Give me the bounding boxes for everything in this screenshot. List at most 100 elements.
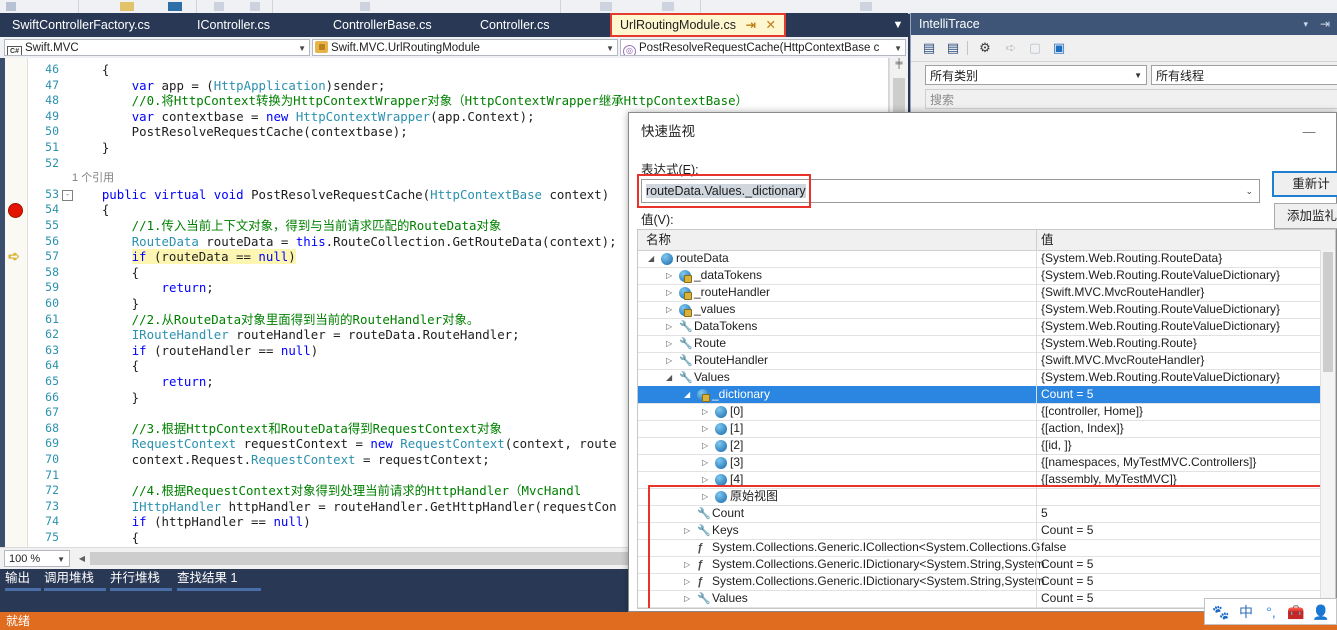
expand-toggle-expanded-icon[interactable]: ◢ — [684, 390, 693, 399]
expand-toggle-collapsed-icon[interactable]: ▷ — [684, 526, 693, 535]
pin-icon[interactable]: ⇥ — [1320, 13, 1330, 35]
watch-tree-row[interactable]: ▷ 原始视图 — [638, 488, 1335, 506]
minimize-icon[interactable]: — — [1296, 123, 1322, 141]
expand-toggle-expanded-icon[interactable]: ◢ — [648, 254, 657, 263]
category-filter-dropdown[interactable]: 所有类别 ▼ — [925, 65, 1147, 85]
code-line[interactable]: } — [72, 140, 109, 156]
expand-toggle-collapsed-icon[interactable]: ▷ — [684, 594, 693, 603]
code-line[interactable]: { — [72, 265, 139, 281]
chinese-mode-icon[interactable]: 中 — [1235, 602, 1257, 622]
code-line[interactable]: return; — [72, 374, 214, 390]
expand-toggle-collapsed-icon[interactable]: ▷ — [666, 305, 675, 314]
chevron-down-icon[interactable]: ▼ — [894, 40, 902, 55]
watch-tree-row[interactable]: ▷ _dataTokens {System.Web.Routing.RouteVal… — [638, 267, 1335, 285]
punctuation-icon[interactable]: °, — [1260, 602, 1282, 622]
code-line[interactable]: if (routeHandler == null) — [72, 343, 319, 359]
code-line[interactable]: //3.根据HttpContext和RouteData得到RequestCont… — [72, 421, 502, 437]
chevron-down-icon[interactable]: ▼ — [57, 551, 65, 568]
expand-toggle-collapsed-icon[interactable]: ▷ — [702, 424, 711, 433]
watch-tree-row[interactable]: ◢ _dictionary Count = 5 — [638, 386, 1335, 404]
watch-variable-tree[interactable]: 名称 值 ◢ routeData {System.Web.Routing.Route… — [637, 229, 1336, 609]
tab-overflow-chevron-down-icon[interactable]: ▼ — [888, 13, 908, 37]
navbar-type-dropdown[interactable]: Swift.MVC.UrlRoutingModule ▼ — [312, 39, 618, 56]
recalculate-button[interactable]: 重新计 — [1272, 171, 1337, 197]
tab-controllerbase[interactable]: ControllerBase.cs — [325, 13, 440, 37]
tree-view-icon[interactable]: ▤ — [943, 39, 963, 57]
watch-tree-row[interactable]: ▷ [4] {[assembly, MyTestMVC]} — [638, 471, 1335, 489]
watch-tree-row[interactable]: ◢ routeData {System.Web.Routing.RouteData} — [638, 250, 1335, 268]
code-line[interactable]: return; — [72, 280, 214, 296]
save-icon[interactable]: ▣ — [1049, 39, 1069, 57]
split-view-handle[interactable]: ╪ — [892, 58, 906, 73]
code-line[interactable]: context.Request.RequestContext = request… — [72, 452, 490, 468]
code-line[interactable]: { — [72, 202, 109, 218]
expand-toggle-collapsed-icon[interactable]: ▷ — [666, 339, 675, 348]
code-line[interactable]: { — [72, 358, 139, 374]
scrollbar-thumb[interactable] — [1323, 252, 1333, 372]
code-line[interactable]: RequestContext requestContext = new Requ… — [72, 436, 617, 452]
chevron-down-icon[interactable]: ▼ — [606, 40, 614, 55]
expand-toggle-collapsed-icon[interactable]: ▷ — [666, 322, 675, 331]
code-line[interactable]: var contextbase = new HttpContextWrapper… — [72, 109, 535, 125]
watch-tree-row[interactable]: ▷ 🔧 Route {System.Web.Routing.Route} — [638, 335, 1335, 353]
quickwatch-dialog[interactable]: 快速监视 — 表达式(E): routeData.Values._diction… — [628, 112, 1337, 612]
watch-tree-row[interactable]: ▷ ƒ System.Collections.Generic.IDictionary… — [638, 573, 1335, 591]
tab-icontroller[interactable]: IController.cs — [189, 13, 278, 37]
code-line[interactable]: IHttpHandler httpHandler = routeHandler.… — [72, 499, 617, 515]
code-line[interactable]: { — [72, 62, 109, 78]
thread-filter-dropdown[interactable]: 所有线程 — [1151, 65, 1337, 85]
tab-swiftcontrollerfactory[interactable]: SwiftControllerFactory.cs — [4, 13, 158, 37]
code-line[interactable]: IRouteHandler routeHandler = routeData.R… — [72, 327, 520, 343]
code-line[interactable]: { — [72, 530, 139, 546]
watch-tree-row[interactable]: ƒ System.Collections.Generic.ICollection<… — [638, 539, 1335, 557]
dialog-titlebar[interactable]: 快速监视 — — [629, 113, 1336, 149]
code-line[interactable]: } — [72, 296, 139, 312]
watch-tree-row[interactable]: ▷ [1] {[action, Index]} — [638, 420, 1335, 438]
code-line[interactable]: if (routeData == null) — [72, 249, 296, 265]
search-input[interactable]: 搜索 — [925, 89, 1337, 109]
main-toolbar[interactable] — [0, 0, 1337, 14]
zoom-level-dropdown[interactable]: 100 % ▼ — [4, 550, 70, 567]
watch-tree-row[interactable]: ▷ _routeHandler {Swift.MVC.MvcRouteHandler… — [638, 284, 1335, 302]
tab-controller[interactable]: Controller.cs — [472, 13, 557, 37]
code-line[interactable]: RouteData routeData = this.RouteCollecti… — [72, 234, 617, 250]
settings-gear-icon[interactable]: ⚙ — [975, 39, 995, 57]
tab-parallel-stacks[interactable]: 并行堆栈 — [110, 569, 160, 588]
watch-tree-row[interactable]: ▷ [3] {[namespaces, MyTestMVC.Controllers]… — [638, 454, 1335, 472]
scroll-left-icon[interactable]: ◀ — [76, 550, 88, 567]
collapse-outline-toggle[interactable]: - — [62, 189, 73, 201]
chevron-down-icon[interactable]: ▾ — [1303, 13, 1308, 35]
expand-toggle-collapsed-icon[interactable]: ▷ — [666, 356, 675, 365]
watch-tree-row[interactable]: ▷ ƒ System.Collections.Generic.IDictionary… — [638, 556, 1335, 574]
navbar-member-dropdown[interactable]: ◎ PostResolveRequestCache(HttpContextBase… — [620, 39, 906, 56]
code-line[interactable]: } — [72, 390, 139, 406]
navbar-project-dropdown[interactable]: C# Swift.MVC ▼ — [4, 39, 310, 56]
watch-tree-row[interactable]: ▷ _values {System.Web.Routing.RouteValueDi… — [638, 301, 1335, 319]
chevron-down-icon[interactable]: ▼ — [1134, 66, 1142, 84]
watch-tree-row[interactable]: ◢ 🔧 Values {System.Web.Routing.RouteValueDi… — [638, 369, 1335, 387]
user-icon[interactable]: 👤 — [1310, 602, 1332, 622]
watch-tree-row[interactable]: ▷ 🔧 RouteHandler {Swift.MVC.MvcRouteHandler… — [638, 352, 1335, 370]
expand-toggle-collapsed-icon[interactable]: ▷ — [684, 577, 693, 586]
chevron-down-icon[interactable]: ⌄ — [1245, 180, 1253, 202]
expression-input[interactable]: routeData.Values._dictionary ⌄ — [641, 179, 1260, 203]
tab-find-results[interactable]: 查找结果 1 — [177, 569, 237, 588]
toolbox-icon[interactable]: 🧰 — [1285, 602, 1307, 622]
expand-toggle-collapsed-icon[interactable]: ▷ — [702, 407, 711, 416]
watch-tree-row[interactable]: 🔧 Count 5 — [638, 505, 1335, 523]
code-line[interactable]: //1.传入当前上下文对象，得到与当前请求匹配的RouteData对象 — [72, 218, 502, 234]
code-line[interactable]: PostResolveRequestCache(contextbase); — [72, 124, 408, 140]
ime-toolbar[interactable]: 🐾 中 °, 🧰 👤 — [1204, 598, 1337, 625]
watch-tree-row[interactable]: ▷ [0] {[controller, Home]} — [638, 403, 1335, 421]
code-line[interactable]: //4.根据RequestContext对象得到处理当前请求的HttpHandl… — [72, 483, 582, 499]
expression-field-wrapper[interactable]: routeData.Values._dictionary ⌄ — [637, 174, 1260, 208]
add-watch-button[interactable]: 添加监礼 — [1274, 203, 1337, 229]
code-line[interactable]: //0.将HttpContext转换为HttpContextWrapper对象（… — [72, 93, 748, 109]
expand-toggle-collapsed-icon[interactable]: ▷ — [702, 441, 711, 450]
codelens-reference-count[interactable]: 1 个引用 — [72, 171, 114, 187]
tab-urlroutingmodule[interactable]: UrlRoutingModule.cs ⇥ ✕ — [610, 13, 786, 37]
expand-toggle-expanded-icon[interactable]: ◢ — [666, 373, 675, 382]
list-view-icon[interactable]: ▤ — [919, 39, 939, 57]
document-tab-bar[interactable]: SwiftControllerFactory.cs IController.cs… — [0, 13, 908, 37]
code-line[interactable]: //2.从RouteData对象里面得到当前的RouteHandler对象。 — [72, 312, 480, 328]
